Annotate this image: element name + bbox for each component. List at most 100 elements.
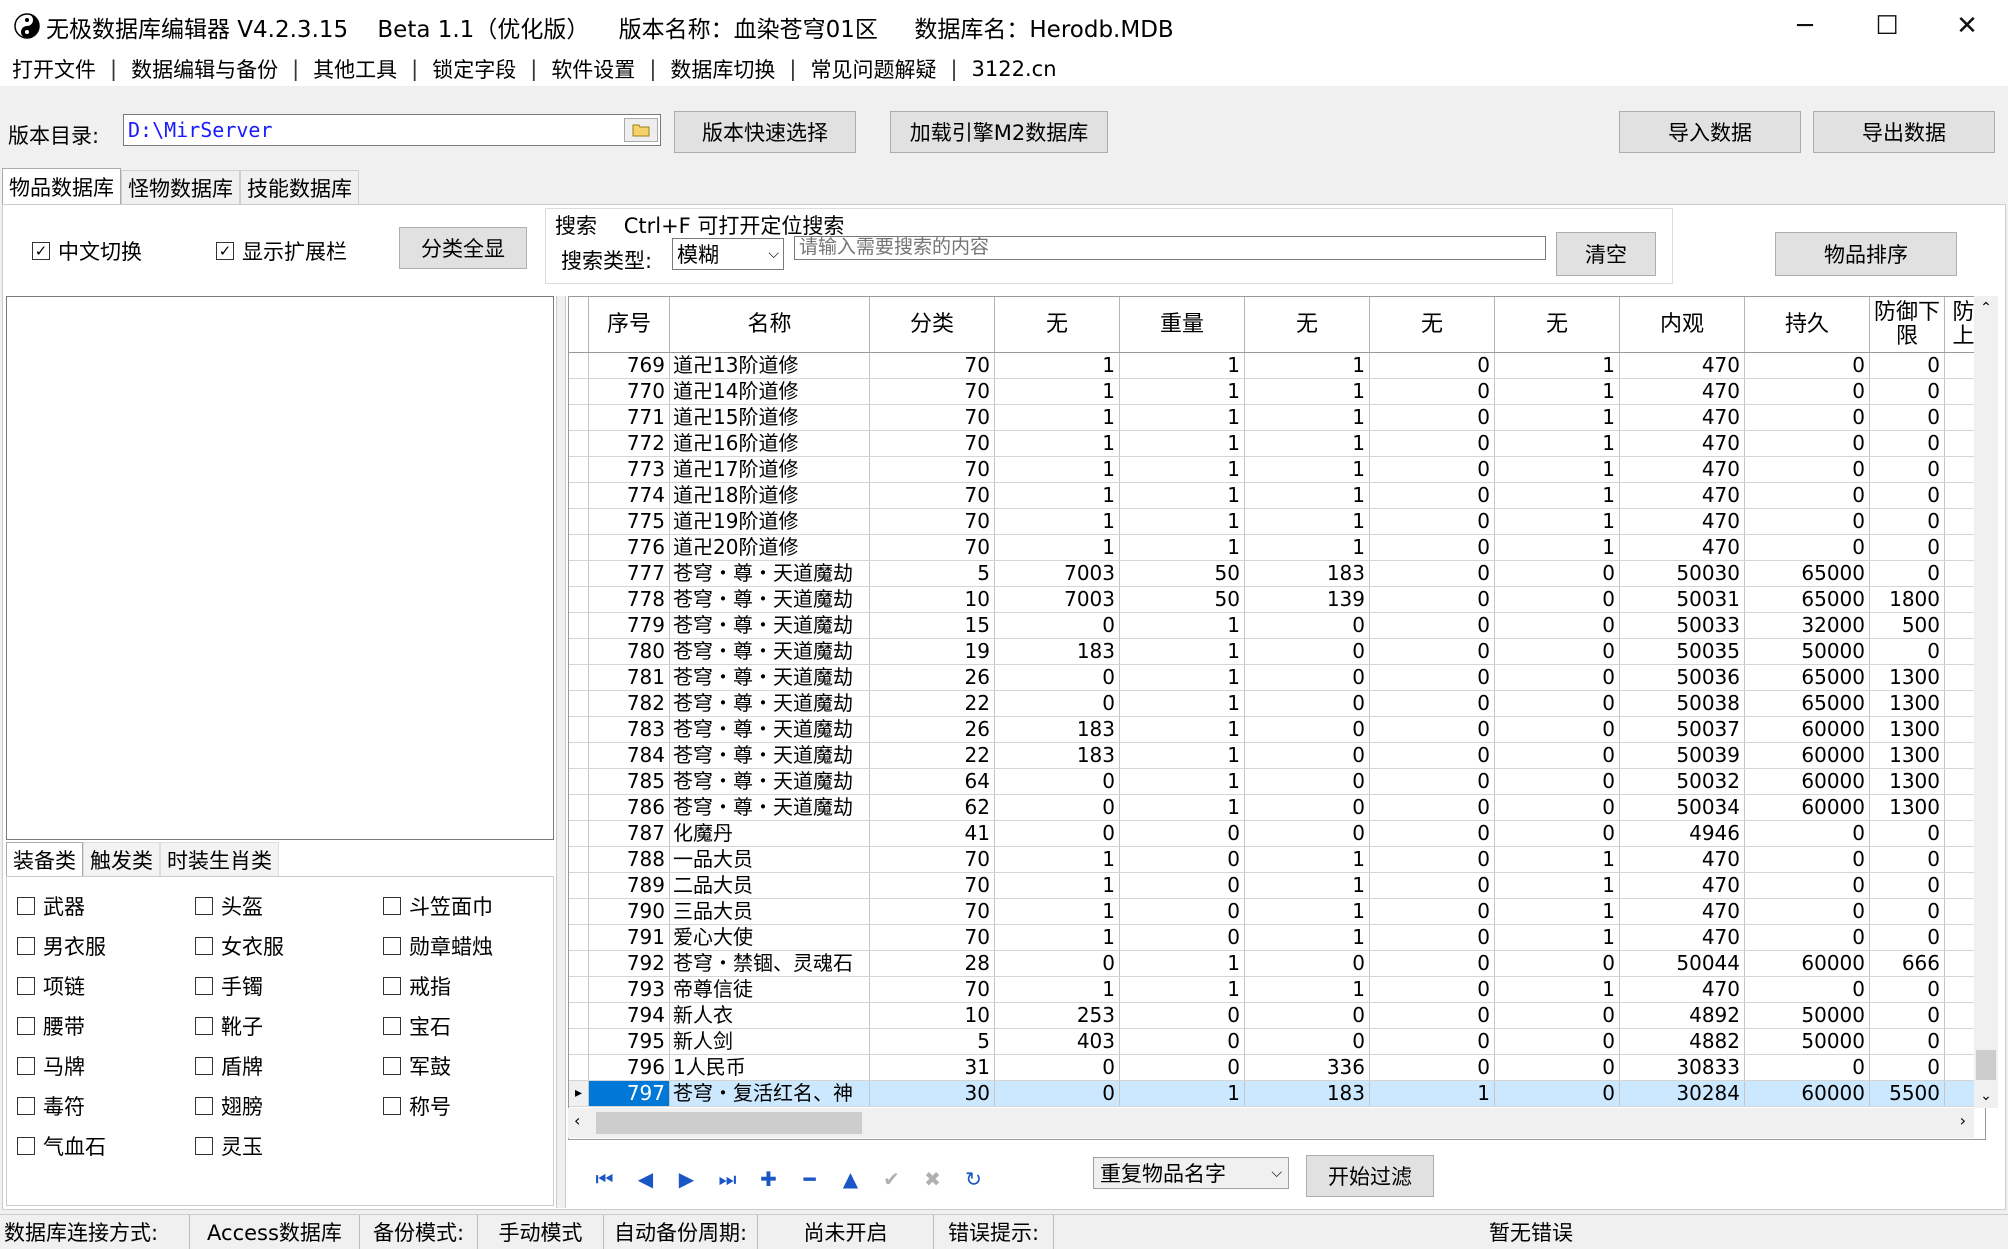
column-header[interactable]: 无 bbox=[995, 297, 1120, 352]
table-row[interactable]: 786苍穹・尊・天道魔劫62010005003460000130016 bbox=[569, 795, 1985, 821]
table-cell[interactable]: 0 bbox=[1370, 665, 1495, 690]
table-cell[interactable]: 0 bbox=[1870, 899, 1945, 924]
table-cell[interactable]: 0 bbox=[1745, 821, 1870, 846]
table-cell[interactable]: 道卍15阶道修 bbox=[670, 405, 870, 430]
table-cell[interactable]: 403 bbox=[995, 1029, 1120, 1054]
table-cell[interactable]: 0 bbox=[1870, 405, 1945, 430]
tab-trigger[interactable]: 触发类 bbox=[83, 842, 160, 876]
table-cell[interactable]: 0 bbox=[1745, 509, 1870, 534]
menu-item-0[interactable]: 打开文件 bbox=[8, 54, 100, 84]
load-m2-db-button[interactable]: 加载引擎M2数据库 bbox=[890, 111, 1108, 153]
table-cell[interactable]: 0 bbox=[1370, 639, 1495, 664]
category-checkbox[interactable]: 戒指 bbox=[383, 971, 451, 1001]
grid-vertical-scroll-thumb[interactable] bbox=[1976, 1050, 1996, 1080]
column-header[interactable]: 防御下限 bbox=[1870, 297, 1945, 352]
table-cell[interactable]: 792 bbox=[589, 951, 670, 976]
table-cell[interactable]: 0 bbox=[1870, 821, 1945, 846]
nav-edit-icon[interactable]: ▲ bbox=[830, 1161, 871, 1197]
table-cell[interactable]: 70 bbox=[870, 405, 995, 430]
table-cell[interactable]: 0 bbox=[1745, 899, 1870, 924]
table-cell[interactable]: 470 bbox=[1620, 431, 1745, 456]
table-row[interactable]: 776 道卍20阶道修 70 1 1 1 0 1 470 0 0 bbox=[569, 535, 1985, 561]
chinese-switch-checkbox[interactable]: ✓ 中文切换 bbox=[32, 236, 142, 266]
table-cell[interactable]: 4892 bbox=[1620, 1003, 1745, 1028]
menu-item-6[interactable]: 常见问题解疑 bbox=[806, 54, 940, 84]
table-cell[interactable]: 470 bbox=[1620, 353, 1745, 378]
table-cell[interactable]: 1 bbox=[1120, 691, 1245, 716]
table-cell[interactable]: 1300 bbox=[1870, 743, 1945, 768]
table-cell[interactable]: 769 bbox=[589, 353, 670, 378]
table-cell[interactable]: 1人民币 bbox=[670, 1055, 870, 1080]
table-cell[interactable]: 70 bbox=[870, 899, 995, 924]
table-cell[interactable]: 784 bbox=[589, 743, 670, 768]
table-cell[interactable]: 5500 bbox=[1870, 1081, 1945, 1106]
table-cell[interactable]: 1 bbox=[995, 353, 1120, 378]
table-cell[interactable]: 70 bbox=[870, 509, 995, 534]
table-cell[interactable]: 0 bbox=[995, 613, 1120, 638]
table-cell[interactable]: 70 bbox=[870, 431, 995, 456]
table-cell[interactable]: 道卍14阶道修 bbox=[670, 379, 870, 404]
table-cell[interactable]: 1 bbox=[1245, 483, 1370, 508]
table-row[interactable]: 787 化魔丹 41 0 0 0 0 0 4946 0 0 bbox=[569, 821, 1985, 847]
table-cell[interactable]: 0 bbox=[1245, 691, 1370, 716]
table-cell[interactable]: 1 bbox=[1495, 509, 1620, 534]
table-cell[interactable]: 0 bbox=[1870, 561, 1945, 586]
table-cell[interactable]: 0 bbox=[1120, 925, 1245, 950]
table-cell[interactable]: 0 bbox=[1245, 717, 1370, 742]
table-row[interactable]: 772 道卍16阶道修 70 1 1 1 0 1 470 0 0 bbox=[569, 431, 1985, 457]
filter-type-select[interactable]: 重复物品名字 ⌵ bbox=[1093, 1157, 1289, 1189]
table-cell[interactable]: 70 bbox=[870, 925, 995, 950]
table-cell[interactable]: 0 bbox=[1120, 1003, 1245, 1028]
start-filter-button[interactable]: 开始过滤 bbox=[1306, 1155, 1434, 1197]
table-row[interactable]: 792苍穹・禁锢、灵魂石280100050044600006666 bbox=[569, 951, 1985, 977]
menu-item-1[interactable]: 数据编辑与备份 bbox=[127, 54, 282, 84]
table-row[interactable]: 796 1人民币 31 0 0 336 0 0 30833 0 0 bbox=[569, 1055, 1985, 1081]
quick-version-select-button[interactable]: 版本快速选择 bbox=[674, 111, 856, 153]
table-cell[interactable]: 0 bbox=[1370, 1003, 1495, 1028]
scroll-right-icon[interactable]: › bbox=[1960, 1111, 1966, 1130]
table-cell[interactable]: 0 bbox=[1495, 691, 1620, 716]
table-row[interactable]: ▸797苍穹・复活红名、神3001183103028460000550055 bbox=[569, 1081, 1985, 1107]
table-cell[interactable]: 5 bbox=[870, 1029, 995, 1054]
table-cell[interactable]: 50037 bbox=[1620, 717, 1745, 742]
table-cell[interactable]: 797 bbox=[589, 1081, 670, 1106]
table-cell[interactable]: 470 bbox=[1620, 379, 1745, 404]
grid-horizontal-scroll-thumb[interactable] bbox=[596, 1112, 862, 1134]
table-cell[interactable]: 苍穹・尊・天道魔劫 bbox=[670, 743, 870, 768]
category-checkbox[interactable]: 马牌 bbox=[17, 1051, 85, 1081]
table-cell[interactable]: 0 bbox=[1495, 613, 1620, 638]
table-cell[interactable]: 70 bbox=[870, 873, 995, 898]
table-cell[interactable]: 爱心大使 bbox=[670, 925, 870, 950]
table-cell[interactable]: 0 bbox=[1495, 665, 1620, 690]
column-header[interactable]: 名称 bbox=[670, 297, 870, 352]
table-cell[interactable]: 50044 bbox=[1620, 951, 1745, 976]
minimize-button[interactable]: ─ bbox=[1764, 0, 1846, 52]
table-cell[interactable]: 0 bbox=[1745, 535, 1870, 560]
table-cell[interactable]: 0 bbox=[995, 821, 1120, 846]
table-cell[interactable]: 70 bbox=[870, 847, 995, 872]
table-cell[interactable]: 苍穹・尊・天道魔劫 bbox=[670, 691, 870, 716]
table-row[interactable]: 773 道卍17阶道修 70 1 1 1 0 1 470 0 0 bbox=[569, 457, 1985, 483]
table-cell[interactable]: 0 bbox=[995, 795, 1120, 820]
table-cell[interactable]: 0 bbox=[1370, 977, 1495, 1002]
table-cell[interactable]: 780 bbox=[589, 639, 670, 664]
table-cell[interactable]: 774 bbox=[589, 483, 670, 508]
table-cell[interactable]: 道卍13阶道修 bbox=[670, 353, 870, 378]
table-cell[interactable]: 64 bbox=[870, 769, 995, 794]
table-cell[interactable]: 65000 bbox=[1745, 561, 1870, 586]
table-cell[interactable]: 0 bbox=[1495, 1003, 1620, 1028]
item-sort-button[interactable]: 物品排序 bbox=[1775, 232, 1957, 276]
table-cell[interactable]: 道卍20阶道修 bbox=[670, 535, 870, 560]
category-checkbox[interactable]: 女衣服 bbox=[195, 931, 284, 961]
table-row[interactable]: 788 一品大员 70 1 0 1 0 1 470 0 0 bbox=[569, 847, 1985, 873]
table-cell[interactable]: 帝尊信徒 bbox=[670, 977, 870, 1002]
table-cell[interactable]: 0 bbox=[1370, 457, 1495, 482]
category-checkbox[interactable]: 宝石 bbox=[383, 1011, 451, 1041]
table-cell[interactable]: 0 bbox=[1120, 847, 1245, 872]
table-cell[interactable]: 0 bbox=[1120, 821, 1245, 846]
table-cell[interactable]: 60000 bbox=[1745, 717, 1870, 742]
table-cell[interactable]: 26 bbox=[870, 665, 995, 690]
table-cell[interactable]: 苍穹・尊・天道魔劫 bbox=[670, 561, 870, 586]
table-row[interactable]: 774 道卍18阶道修 70 1 1 1 0 1 470 0 0 bbox=[569, 483, 1985, 509]
table-cell[interactable]: 0 bbox=[1870, 535, 1945, 560]
